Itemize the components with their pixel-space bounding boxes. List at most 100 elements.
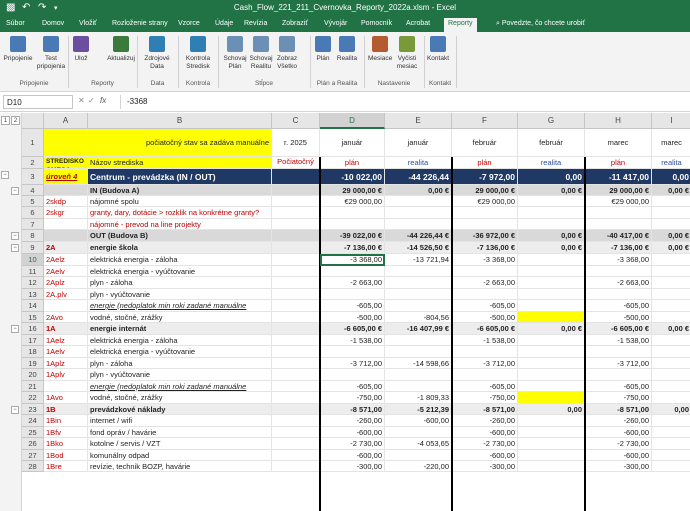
cell-d8[interactable]: -39 022,00 €	[320, 230, 385, 242]
outline-collapse-button[interactable]: −	[11, 406, 19, 414]
cell-i1[interactable]: marec	[652, 129, 690, 157]
cell-i17[interactable]	[652, 335, 690, 346]
cell-d7[interactable]	[320, 219, 385, 230]
cell-a26[interactable]: 1Bko	[44, 438, 88, 450]
cell-i26[interactable]	[652, 438, 690, 450]
cell-h28[interactable]: -300,00	[585, 461, 652, 472]
enter-icon[interactable]: ✓	[88, 96, 95, 105]
cell-i24[interactable]	[652, 415, 690, 427]
cell-i5[interactable]	[652, 196, 690, 207]
cell-a4[interactable]	[44, 185, 88, 196]
cell-b17[interactable]: elektrická energia - záloha	[88, 335, 272, 346]
cell-b7[interactable]: nájomné - prevod na line projekty	[88, 219, 272, 230]
cell-a5[interactable]: 2skdp	[44, 196, 88, 207]
cell-d27[interactable]: -600,00	[320, 450, 385, 461]
cell-a22[interactable]: 1Avo	[44, 392, 88, 404]
cell-i10[interactable]	[652, 254, 690, 266]
cell-a13[interactable]: 2A.plv	[44, 289, 88, 300]
cell-b2[interactable]: Názov strediska	[88, 157, 272, 169]
cell-c26[interactable]	[272, 438, 320, 450]
cell-d11[interactable]	[320, 266, 385, 277]
cell-e2[interactable]: realita	[385, 157, 452, 169]
ribbon-button-schovaj-realitu[interactable]: Schovaj Realitu	[248, 34, 274, 71]
cell-f12[interactable]: -2 663,00	[452, 277, 518, 289]
cell-c8[interactable]	[272, 230, 320, 242]
cell-g18[interactable]	[518, 346, 585, 358]
cell-a14[interactable]	[44, 300, 88, 312]
row-header[interactable]: 25	[22, 427, 44, 438]
cell-h22[interactable]: -750,00	[585, 392, 652, 404]
cell-g5[interactable]	[518, 196, 585, 207]
row-header[interactable]: 12	[22, 277, 44, 289]
cell-d28[interactable]: -300,00	[320, 461, 385, 472]
outline-collapse-button[interactable]: −	[11, 187, 19, 195]
cell-g24[interactable]	[518, 415, 585, 427]
cell-c25[interactable]	[272, 427, 320, 438]
cell-b8[interactable]: OUT (Budova B)	[88, 230, 272, 242]
cell-f8[interactable]: -36 972,00 €	[452, 230, 518, 242]
cell-h14[interactable]: -605,00	[585, 300, 652, 312]
cell-e24[interactable]: -600,00	[385, 415, 452, 427]
cell-f28[interactable]: -300,00	[452, 461, 518, 472]
outline-collapse-button[interactable]: −	[11, 232, 19, 240]
cell-i16[interactable]: 0,00 €	[652, 323, 690, 335]
row-header[interactable]: 13	[22, 289, 44, 300]
cell-g21[interactable]	[518, 381, 585, 392]
cell-a6[interactable]: 2skgr	[44, 207, 88, 219]
row-header[interactable]: 10	[22, 254, 44, 266]
tab-reporty[interactable]: Reporty	[444, 18, 477, 32]
cell-i20[interactable]	[652, 369, 690, 381]
cell-c7[interactable]	[272, 219, 320, 230]
cell-g20[interactable]	[518, 369, 585, 381]
cell-b18[interactable]: elektrická energia - vyúčtovanie	[88, 346, 272, 358]
cell-b19[interactable]: plyn - záloha	[88, 358, 272, 369]
cell-i7[interactable]	[652, 219, 690, 230]
cell-a10[interactable]: 2Aelz	[44, 254, 88, 266]
cell-h12[interactable]: -2 663,00	[585, 277, 652, 289]
cell-b1[interactable]: počiatočný stav sa zadáva manuálne	[88, 129, 272, 157]
tab-pomocn-k[interactable]: Pomocník	[361, 20, 392, 27]
cell-g3[interactable]: 0,00	[518, 169, 585, 185]
ribbon-button-vy-isti-mesiac[interactable]: Vyčisti mesiac	[392, 34, 422, 71]
cell-b5[interactable]: nájomné spolu	[88, 196, 272, 207]
cell-b25[interactable]: fond opráv / havárie	[88, 427, 272, 438]
cell-d21[interactable]: -605,00	[320, 381, 385, 392]
cell-c22[interactable]	[272, 392, 320, 404]
cell-c23[interactable]	[272, 404, 320, 415]
cell-e23[interactable]: -5 212,39	[385, 404, 452, 415]
cell-a1[interactable]	[44, 129, 88, 157]
cell-a7[interactable]	[44, 219, 88, 230]
row-header[interactable]: 17	[22, 335, 44, 346]
cell-c9[interactable]	[272, 242, 320, 254]
cell-i25[interactable]	[652, 427, 690, 438]
cell-f5[interactable]: €29 000,00	[452, 196, 518, 207]
cell-d1[interactable]: január	[320, 129, 385, 157]
cell-f13[interactable]	[452, 289, 518, 300]
cell-e13[interactable]	[385, 289, 452, 300]
cell-f26[interactable]: -2 730,00	[452, 438, 518, 450]
cell-b15[interactable]: vodné, stočné, zrážky	[88, 312, 272, 323]
cell-c17[interactable]	[272, 335, 320, 346]
cell-g15[interactable]	[518, 312, 585, 323]
cell-c3[interactable]	[272, 169, 320, 185]
cell-a28[interactable]: 1Bre	[44, 461, 88, 472]
cell-h3[interactable]: -11 417,00	[585, 169, 652, 185]
cell-i2[interactable]: realita	[652, 157, 690, 169]
cell-a25[interactable]: 1Bfv	[44, 427, 88, 438]
cell-i15[interactable]	[652, 312, 690, 323]
cell-i8[interactable]: 0,00 €	[652, 230, 690, 242]
tab-s-bor[interactable]: Súbor	[6, 20, 25, 27]
fx-icon[interactable]: fx	[100, 96, 106, 105]
tab-v-voj-r[interactable]: Vývojár	[324, 20, 347, 27]
ribbon-button-mesiace[interactable]: Mesiace	[368, 34, 392, 63]
cell-a11[interactable]: 2Aelv	[44, 266, 88, 277]
cell-c1[interactable]: r. 2025	[272, 129, 320, 157]
row-header[interactable]: 11	[22, 266, 44, 277]
cell-c15[interactable]	[272, 312, 320, 323]
cell-f6[interactable]	[452, 207, 518, 219]
row-header[interactable]: 14	[22, 300, 44, 312]
row-header[interactable]: 8	[22, 230, 44, 242]
cell-c14[interactable]	[272, 300, 320, 312]
cell-i22[interactable]	[652, 392, 690, 404]
cell-h13[interactable]	[585, 289, 652, 300]
